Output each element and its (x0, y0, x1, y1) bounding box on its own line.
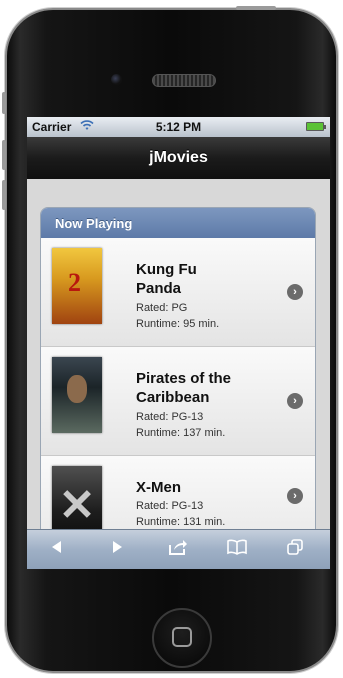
list-header: Now Playing (41, 208, 315, 238)
disclosure-chevron-icon[interactable]: › (287, 393, 303, 409)
forward-arrow-icon[interactable] (105, 539, 129, 561)
movie-row-pirates-of-the-caribbean[interactable]: Pirates of the Caribbean Rated: PG-13 Ru… (41, 347, 315, 456)
movie-title-line: Kung Fu (136, 261, 197, 278)
movie-rating: Rated: PG (136, 302, 188, 314)
movie-poster: 2 (52, 248, 102, 324)
disclosure-chevron-icon[interactable]: › (287, 488, 303, 504)
mute-switch[interactable] (2, 92, 6, 114)
home-button[interactable] (152, 608, 212, 668)
earpiece-speaker (152, 74, 216, 87)
poster-art (67, 375, 87, 403)
movie-title-line: Pirates of the (136, 370, 232, 387)
status-time: 5:12 PM (155, 120, 202, 134)
navigation-bar: jMovies (27, 137, 330, 179)
movie-poster: ✕ (52, 466, 102, 529)
browser-toolbar (27, 529, 330, 569)
share-icon[interactable] (166, 539, 190, 561)
movie-poster (52, 357, 102, 433)
app-title: jMovies (149, 149, 208, 166)
movie-title-line: X-Men (136, 479, 181, 496)
battery-icon (306, 122, 326, 131)
movie-runtime: Runtime: 137 min. (136, 427, 226, 439)
movie-runtime: Runtime: 131 min. (136, 516, 226, 528)
bookmarks-icon[interactable] (225, 539, 249, 561)
back-arrow-icon[interactable] (45, 539, 69, 561)
tabs-icon[interactable] (283, 539, 307, 561)
movie-title: Kung Fu Panda (136, 260, 256, 298)
movie-row-kung-fu-panda[interactable]: 2 Kung Fu Panda Rated: PG Runtime: 95 mi… (41, 238, 315, 347)
home-square-icon (172, 627, 192, 647)
volume-down-button[interactable] (2, 180, 6, 210)
now-playing-list: Now Playing 2 Kung Fu Panda Rated: PG Ru… (40, 207, 316, 529)
movie-rating: Rated: PG-13 (136, 500, 204, 512)
poster-art: ✕ (58, 481, 96, 529)
movie-runtime: Runtime: 95 min. (136, 318, 220, 330)
screen: Carrier 5:12 PM jMovies Now Playing 2 Ku… (27, 117, 330, 569)
movie-title-line: Caribbean (136, 389, 210, 406)
front-camera (111, 74, 122, 85)
volume-up-button[interactable] (2, 140, 6, 170)
power-button[interactable] (236, 6, 276, 10)
movie-title: X-Men (136, 478, 256, 497)
movie-title-line: Panda (136, 280, 182, 297)
movie-rating: Rated: PG-13 (136, 411, 204, 423)
status-bar: Carrier 5:12 PM (27, 117, 330, 137)
movie-row-x-men[interactable]: ✕ X-Men Rated: PG-13 Runtime: 131 min. › (41, 456, 315, 529)
disclosure-chevron-icon[interactable]: › (287, 284, 303, 300)
movie-title: Pirates of the Caribbean (136, 369, 256, 407)
poster-art: 2 (68, 268, 81, 297)
content-area[interactable]: Now Playing 2 Kung Fu Panda Rated: PG Ru… (27, 179, 330, 529)
